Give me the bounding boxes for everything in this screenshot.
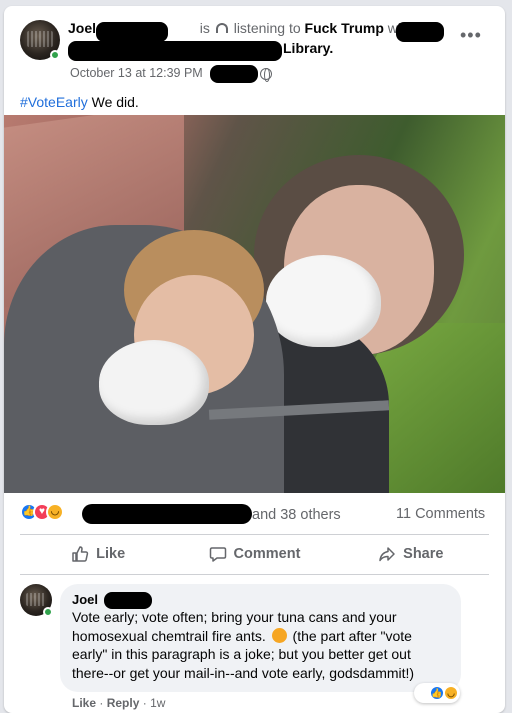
reactors-others-link[interactable]: and 38 others <box>252 507 341 523</box>
post-card: Joel is listening to Fuck Trump with Lib… <box>4 6 505 713</box>
globe-icon <box>260 68 272 82</box>
online-status-dot <box>50 50 60 60</box>
reactions-summary: 👍 ♥ ◡ and 38 others 11 Comments <box>4 499 505 529</box>
headphones-icon <box>215 23 228 33</box>
redaction-bar <box>104 592 152 609</box>
status-is: is <box>199 20 210 36</box>
share-label: Share <box>403 546 444 562</box>
comment-reactions[interactable]: ◡ 👍 6 <box>414 683 460 703</box>
divider <box>20 534 489 535</box>
redaction-bar <box>396 22 444 42</box>
haha-reaction-icon: ◡ <box>443 685 459 701</box>
divider <box>20 574 489 575</box>
song-link[interactable]: Fuck Trump <box>305 20 384 36</box>
share-arrow-icon <box>379 547 395 562</box>
comment-like-link[interactable]: Like <box>72 696 96 710</box>
redaction-bar <box>96 22 168 42</box>
comments-count-link[interactable]: 11 Comments <box>396 506 485 522</box>
comment-age[interactable]: 1w <box>150 696 165 710</box>
haha-reaction-icon: ◡ <box>46 503 64 521</box>
more-options-button[interactable]: ••• <box>460 26 482 44</box>
redaction-bar <box>82 504 252 524</box>
status-listening: listening to <box>233 20 301 36</box>
redaction-bar <box>68 41 282 61</box>
place-link[interactable]: Library. <box>283 40 333 56</box>
comment-reply-link[interactable]: Reply <box>107 696 140 710</box>
like-reaction-icon: 👍 <box>429 685 445 701</box>
post-body: We did. <box>91 94 139 110</box>
redaction-bar <box>210 65 258 83</box>
comment-bubble-icon <box>209 547 226 562</box>
share-button[interactable]: Share <box>333 536 489 572</box>
like-button[interactable]: Like <box>20 536 176 572</box>
comment-avatar[interactable] <box>20 584 53 617</box>
comment-button[interactable]: Comment <box>176 536 332 572</box>
online-status-dot <box>43 607 53 617</box>
comment-meta: Like · Reply · 1w <box>72 696 165 710</box>
separator-dot: · <box>99 696 104 710</box>
hashtag-link[interactable]: #VoteEarly <box>20 94 88 110</box>
author-name[interactable]: Joel <box>68 20 96 36</box>
post-photo[interactable] <box>4 115 505 493</box>
comment-text: Vote early; vote often; bring your tuna … <box>72 608 449 682</box>
thumbs-up-icon <box>72 546 89 562</box>
post-timestamp[interactable]: October 13 at 12:39 PM <box>70 66 203 80</box>
fist-emoji-icon <box>271 627 287 643</box>
separator-dot: · <box>142 696 147 710</box>
comment-label: Comment <box>233 546 301 562</box>
like-label: Like <box>96 546 126 562</box>
reaction-icons[interactable]: 👍 ♥ ◡ <box>20 503 84 523</box>
post-actions-bar: Like Comment Share <box>20 536 489 572</box>
post-text: #VoteEarly We did. <box>20 94 139 110</box>
